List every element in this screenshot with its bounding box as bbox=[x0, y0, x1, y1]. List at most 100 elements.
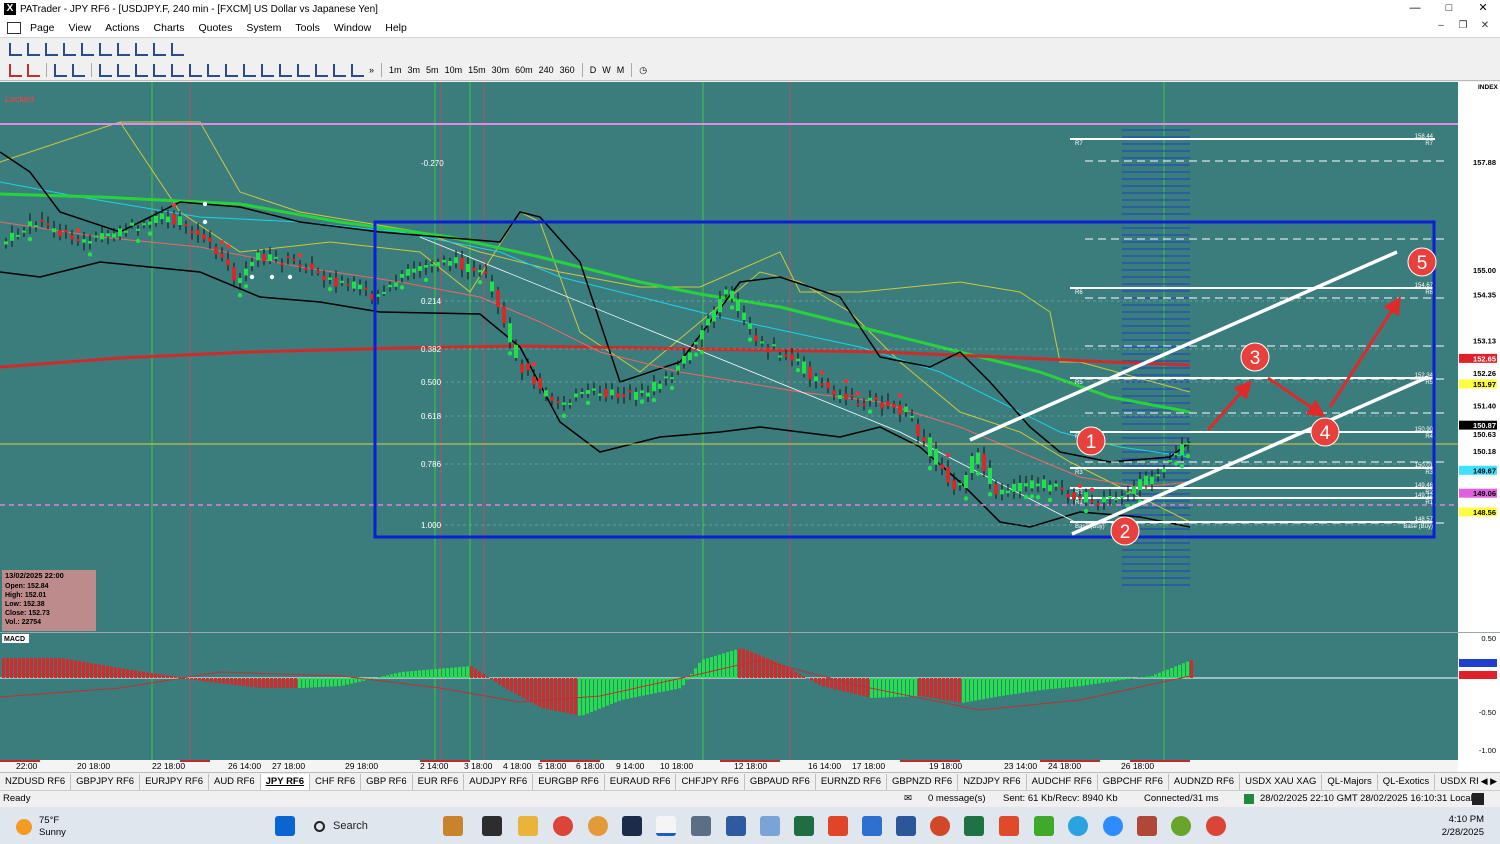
calculator-icon[interactable] bbox=[691, 816, 711, 836]
pointer-icon[interactable] bbox=[98, 63, 112, 77]
menu-help[interactable]: Help bbox=[378, 22, 414, 34]
tab-usdx-xau-xag[interactable]: USDX XAU XAG bbox=[1240, 773, 1323, 790]
chrome-icon[interactable] bbox=[553, 816, 573, 836]
app-icon-orange[interactable] bbox=[588, 816, 608, 836]
cycle-lines-icon[interactable] bbox=[332, 63, 346, 77]
tab-jpy-rf6[interactable]: JPY RF6 bbox=[260, 773, 311, 790]
app-c-icon[interactable] bbox=[999, 816, 1019, 836]
taskbar-search[interactable]: Search bbox=[304, 815, 432, 837]
area-chart-icon[interactable] bbox=[80, 42, 94, 56]
histogram-chart-icon[interactable] bbox=[98, 42, 112, 56]
app-s-red-icon[interactable] bbox=[828, 816, 848, 836]
menu-system[interactable]: System bbox=[239, 22, 288, 34]
menu-actions[interactable]: Actions bbox=[98, 22, 146, 34]
page-menu-icon[interactable] bbox=[7, 21, 21, 34]
sell-icon[interactable] bbox=[26, 63, 40, 77]
tab-ql-exotics[interactable]: QL-Exotics bbox=[1378, 773, 1436, 790]
tab-audnzd-rf6[interactable]: AUDNZD RF6 bbox=[1169, 773, 1241, 790]
maximize-icon[interactable]: □ bbox=[1432, 0, 1466, 17]
tf-60m[interactable]: 60m bbox=[512, 65, 536, 75]
menu-page[interactable]: Page bbox=[23, 22, 62, 34]
tab-audchf-rf6[interactable]: AUDCHF RF6 bbox=[1027, 773, 1098, 790]
fib-extension-icon[interactable] bbox=[206, 63, 220, 77]
tab-scroll-arrows[interactable]: ◀ ▶ bbox=[1477, 773, 1500, 790]
menu-tools[interactable]: Tools bbox=[288, 22, 327, 34]
zoom-icon[interactable] bbox=[1103, 816, 1123, 836]
app-box-icon[interactable] bbox=[1137, 816, 1157, 836]
gann-fan-icon[interactable] bbox=[242, 63, 256, 77]
taskbar-clock[interactable]: 4:10 PM 2/28/2025 bbox=[1442, 813, 1484, 839]
tf-3m[interactable]: 3m bbox=[405, 65, 424, 75]
tab-chfjpy-rf6[interactable]: CHFJPY RF6 bbox=[676, 773, 745, 790]
tf-5m[interactable]: 5m bbox=[423, 65, 442, 75]
tab-gbp-rf6[interactable]: GBP RF6 bbox=[361, 773, 413, 790]
tab-ql-majors[interactable]: QL-Majors bbox=[1322, 773, 1378, 790]
buy-icon[interactable] bbox=[8, 63, 22, 77]
file-explorer-icon[interactable] bbox=[518, 816, 538, 836]
more-tools-icon[interactable]: » bbox=[366, 65, 377, 75]
bar-chart-icon[interactable] bbox=[8, 42, 22, 56]
notes-icon[interactable] bbox=[726, 816, 746, 836]
patrader-icon[interactable] bbox=[656, 816, 676, 836]
indicator-icon[interactable] bbox=[53, 63, 67, 77]
menu-window[interactable]: Window bbox=[327, 22, 378, 34]
line-chart-icon[interactable] bbox=[62, 42, 76, 56]
mdi-minimize-icon[interactable]: – bbox=[1430, 20, 1452, 31]
status-messages[interactable]: 0 message(s) bbox=[928, 793, 986, 804]
rectangle-icon[interactable] bbox=[278, 63, 292, 77]
powerpoint-icon[interactable] bbox=[930, 816, 950, 836]
windows-start-icon[interactable] bbox=[275, 816, 295, 836]
tf-1m[interactable]: 1m bbox=[386, 65, 405, 75]
tab-gbpjpy-rf6[interactable]: GBPJPY RF6 bbox=[71, 773, 141, 790]
screenshot-icon[interactable] bbox=[760, 816, 780, 836]
tab-audjpy-rf6[interactable]: AUDJPY RF6 bbox=[464, 773, 534, 790]
kagi-chart-icon[interactable] bbox=[134, 42, 148, 56]
telegram-icon[interactable] bbox=[1068, 816, 1088, 836]
price-chart[interactable]: -0.2700.2140.3820.5000.6180.7861.000R715… bbox=[0, 82, 1500, 772]
tab-eurjpy-rf6[interactable]: EURJPY RF6 bbox=[140, 773, 209, 790]
triangle-icon[interactable] bbox=[314, 63, 328, 77]
trendline-icon[interactable] bbox=[152, 63, 166, 77]
tab-nzdjpy-rf6[interactable]: NZDJPY RF6 bbox=[958, 773, 1027, 790]
task-view-icon[interactable] bbox=[482, 816, 502, 836]
channel-icon[interactable] bbox=[170, 63, 184, 77]
tf-weekly[interactable]: W bbox=[599, 65, 614, 75]
tf-360[interactable]: 360 bbox=[557, 65, 578, 75]
menu-charts[interactable]: Charts bbox=[147, 22, 192, 34]
tf-15m[interactable]: 15m bbox=[465, 65, 489, 75]
tab-euraud-rf6[interactable]: EURAUD RF6 bbox=[605, 773, 677, 790]
andrews-pitchfork-icon[interactable] bbox=[260, 63, 274, 77]
tab-nzdusd-rf6[interactable]: NZDUSD RF6 bbox=[0, 773, 72, 790]
tf-240[interactable]: 240 bbox=[536, 65, 557, 75]
tf-daily[interactable]: D bbox=[587, 65, 600, 75]
fib-retracement-icon[interactable] bbox=[188, 63, 202, 77]
tab-eur-rf6[interactable]: EUR RF6 bbox=[413, 773, 465, 790]
weather-widget[interactable]: 75°F Sunny bbox=[16, 815, 66, 839]
menu-view[interactable]: View bbox=[62, 22, 99, 34]
chrome-icon-2[interactable] bbox=[1206, 816, 1226, 836]
mdi-restore-icon[interactable]: ❐ bbox=[1452, 20, 1474, 31]
app-s-blue-icon[interactable] bbox=[862, 816, 882, 836]
fib-fan-icon[interactable] bbox=[224, 63, 238, 77]
tab-gbpaud-rf6[interactable]: GBPAUD RF6 bbox=[745, 773, 816, 790]
volume-chart-icon[interactable] bbox=[170, 42, 184, 56]
widget-icon[interactable] bbox=[443, 816, 463, 836]
tab-gbpnzd-rf6[interactable]: GBPNZD RF6 bbox=[887, 773, 959, 790]
menu-quotes[interactable]: Quotes bbox=[191, 22, 239, 34]
ic-app-icon[interactable] bbox=[622, 816, 642, 836]
text-tool-icon[interactable] bbox=[296, 63, 310, 77]
tab-aud-rf6[interactable]: AUD RF6 bbox=[209, 773, 261, 790]
vertical-line-icon[interactable] bbox=[134, 63, 148, 77]
renko-chart-icon[interactable] bbox=[116, 42, 130, 56]
tf-10m[interactable]: 10m bbox=[442, 65, 466, 75]
horizontal-line-icon[interactable] bbox=[116, 63, 130, 77]
envelope-icon[interactable]: ✉ bbox=[904, 793, 912, 804]
crosshair-icon[interactable] bbox=[71, 63, 85, 77]
excel-icon[interactable] bbox=[964, 816, 984, 836]
tab-eurnzd-rf6[interactable]: EURNZD RF6 bbox=[816, 773, 887, 790]
word-icon[interactable] bbox=[896, 816, 916, 836]
chart-area[interactable]: -0.270 0.214 0.382 0.500 0.618 0.786 1.000 R7 15… bbox=[0, 82, 1500, 772]
minimize-icon[interactable]: — bbox=[1398, 0, 1432, 17]
pnf-chart-icon[interactable] bbox=[152, 42, 166, 56]
clock-icon[interactable]: ◷ bbox=[636, 65, 650, 76]
